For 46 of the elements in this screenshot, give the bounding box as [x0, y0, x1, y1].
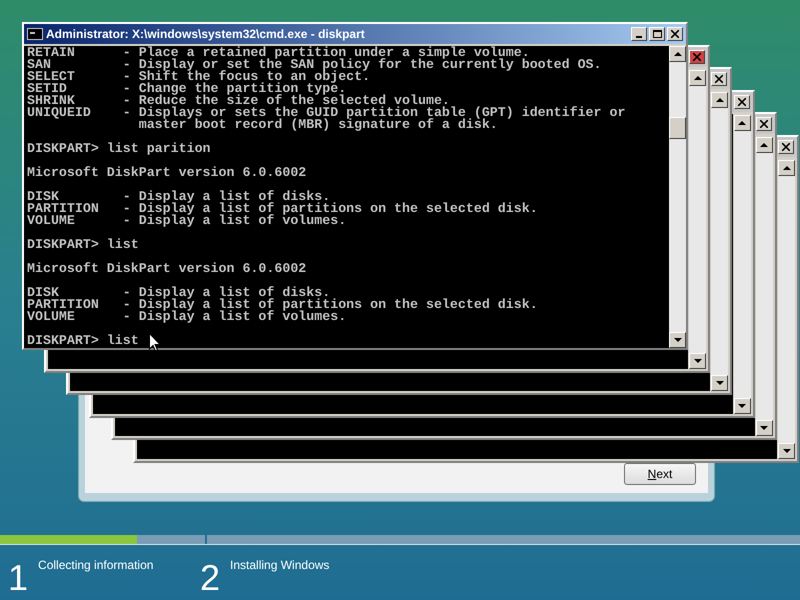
scroll-down-icon[interactable] [778, 443, 795, 459]
scroll-up-icon[interactable] [669, 46, 686, 62]
console-line: SELECT - Shift the focus to an object. [27, 71, 370, 83]
console-line: UNIQUEID - Displays or sets the GUID partition table (GPT) identifier or [27, 107, 626, 119]
console-line: Microsoft DiskPart version 6.0.6002 [27, 263, 306, 275]
console-line: DISKPART> list [27, 335, 139, 347]
console-line: VOLUME - Display a list of volumes. [27, 215, 346, 227]
scroll-up-icon[interactable] [756, 137, 773, 154]
close-icon[interactable] [734, 94, 750, 109]
scroll-down-icon[interactable] [669, 332, 686, 348]
console-line: DISK - Display a list of disks. [27, 191, 330, 203]
console-line: DISKPART> list parition [27, 143, 211, 155]
console-line: SETID - Change the partition type. [27, 83, 346, 95]
scroll-thumb[interactable] [669, 117, 686, 139]
console-line: RETAIN - Place a retained partition under a simple volume. [27, 47, 530, 59]
scroll-up-icon[interactable] [778, 160, 795, 176]
scroll-up-icon[interactable] [734, 114, 751, 131]
scroll-up-icon[interactable] [689, 70, 706, 86]
console-line: DISK - Display a list of disks. [27, 287, 330, 299]
step-number: 1 [8, 560, 28, 596]
console-line: VOLUME - Display a list of volumes. [27, 311, 346, 323]
console-line: PARTITION - Display a list of partitions on the selected disk. [27, 203, 538, 215]
step-number: 2 [200, 560, 220, 596]
close-icon[interactable] [711, 72, 728, 86]
close-icon[interactable] [756, 117, 772, 132]
console-icon [27, 28, 43, 40]
scroll-down-icon[interactable] [734, 398, 751, 414]
console-line: PARTITION - Display a list of partitions on the selected disk. [27, 299, 538, 311]
step-label: Installing Windows [230, 557, 330, 574]
maximize-icon[interactable] [649, 27, 665, 41]
console-line: SHRINK - Reduce the size of the selected volume. [27, 95, 450, 107]
close-icon[interactable] [689, 50, 706, 64]
scroll-down-icon[interactable] [756, 420, 773, 436]
console-line: master boot record (MBR) signature of a disk. [138, 119, 498, 131]
scroll-down-icon[interactable] [689, 352, 706, 369]
minimize-icon[interactable] [631, 27, 647, 41]
scroll-down-icon[interactable] [711, 375, 728, 392]
close-icon[interactable] [667, 27, 683, 41]
console-line: SAN - Display or set the SAN policy for the currently booted OS. [27, 59, 602, 71]
step-label: Collecting information [38, 557, 154, 574]
window-title: Administrator: X:\windows\system32\cmd.exe - diskpart [46, 26, 365, 43]
console-line: Microsoft DiskPart version 6.0.6002 [27, 167, 306, 179]
close-icon[interactable] [778, 140, 794, 154]
next-button[interactable]: Next [624, 463, 696, 485]
console-line: DISKPART> list [27, 239, 139, 251]
scroll-up-icon[interactable] [711, 92, 728, 108]
